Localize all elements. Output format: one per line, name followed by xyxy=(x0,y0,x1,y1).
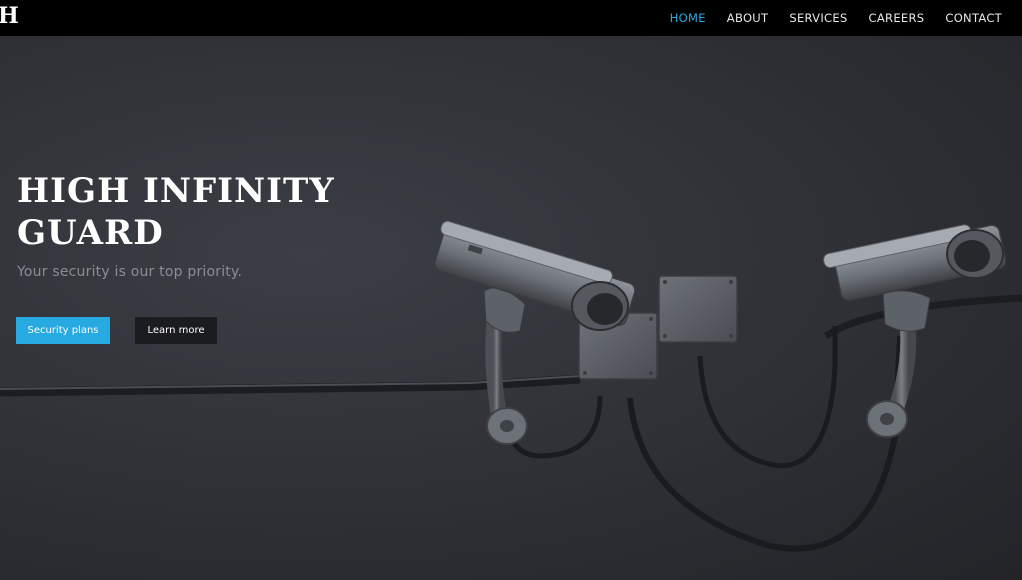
nav-services[interactable]: SERVICES xyxy=(789,11,847,25)
nav-about[interactable]: ABOUT xyxy=(727,11,769,25)
page: H HOME ABOUT SERVICES CAREERS CONTACT HI… xyxy=(0,0,1022,580)
learn-more-button[interactable]: Learn more xyxy=(135,317,217,344)
top-navbar: H HOME ABOUT SERVICES CAREERS CONTACT xyxy=(0,0,1022,36)
logo[interactable]: H xyxy=(0,4,19,28)
security-camera-icon xyxy=(0,220,1022,552)
security-plans-button[interactable]: Security plans xyxy=(16,317,110,344)
nav-contact[interactable]: CONTACT xyxy=(945,11,1002,25)
hero-section: HIGH INFINITY GUARD Your security is our… xyxy=(0,36,1022,580)
nav-careers[interactable]: CAREERS xyxy=(869,11,925,25)
main-nav: HOME ABOUT SERVICES CAREERS CONTACT xyxy=(649,0,1002,36)
hero-title: HIGH INFINITY GUARD xyxy=(17,171,335,253)
nav-home[interactable]: HOME xyxy=(670,11,706,25)
hero-subtitle: Your security is our top priority. xyxy=(17,264,243,280)
